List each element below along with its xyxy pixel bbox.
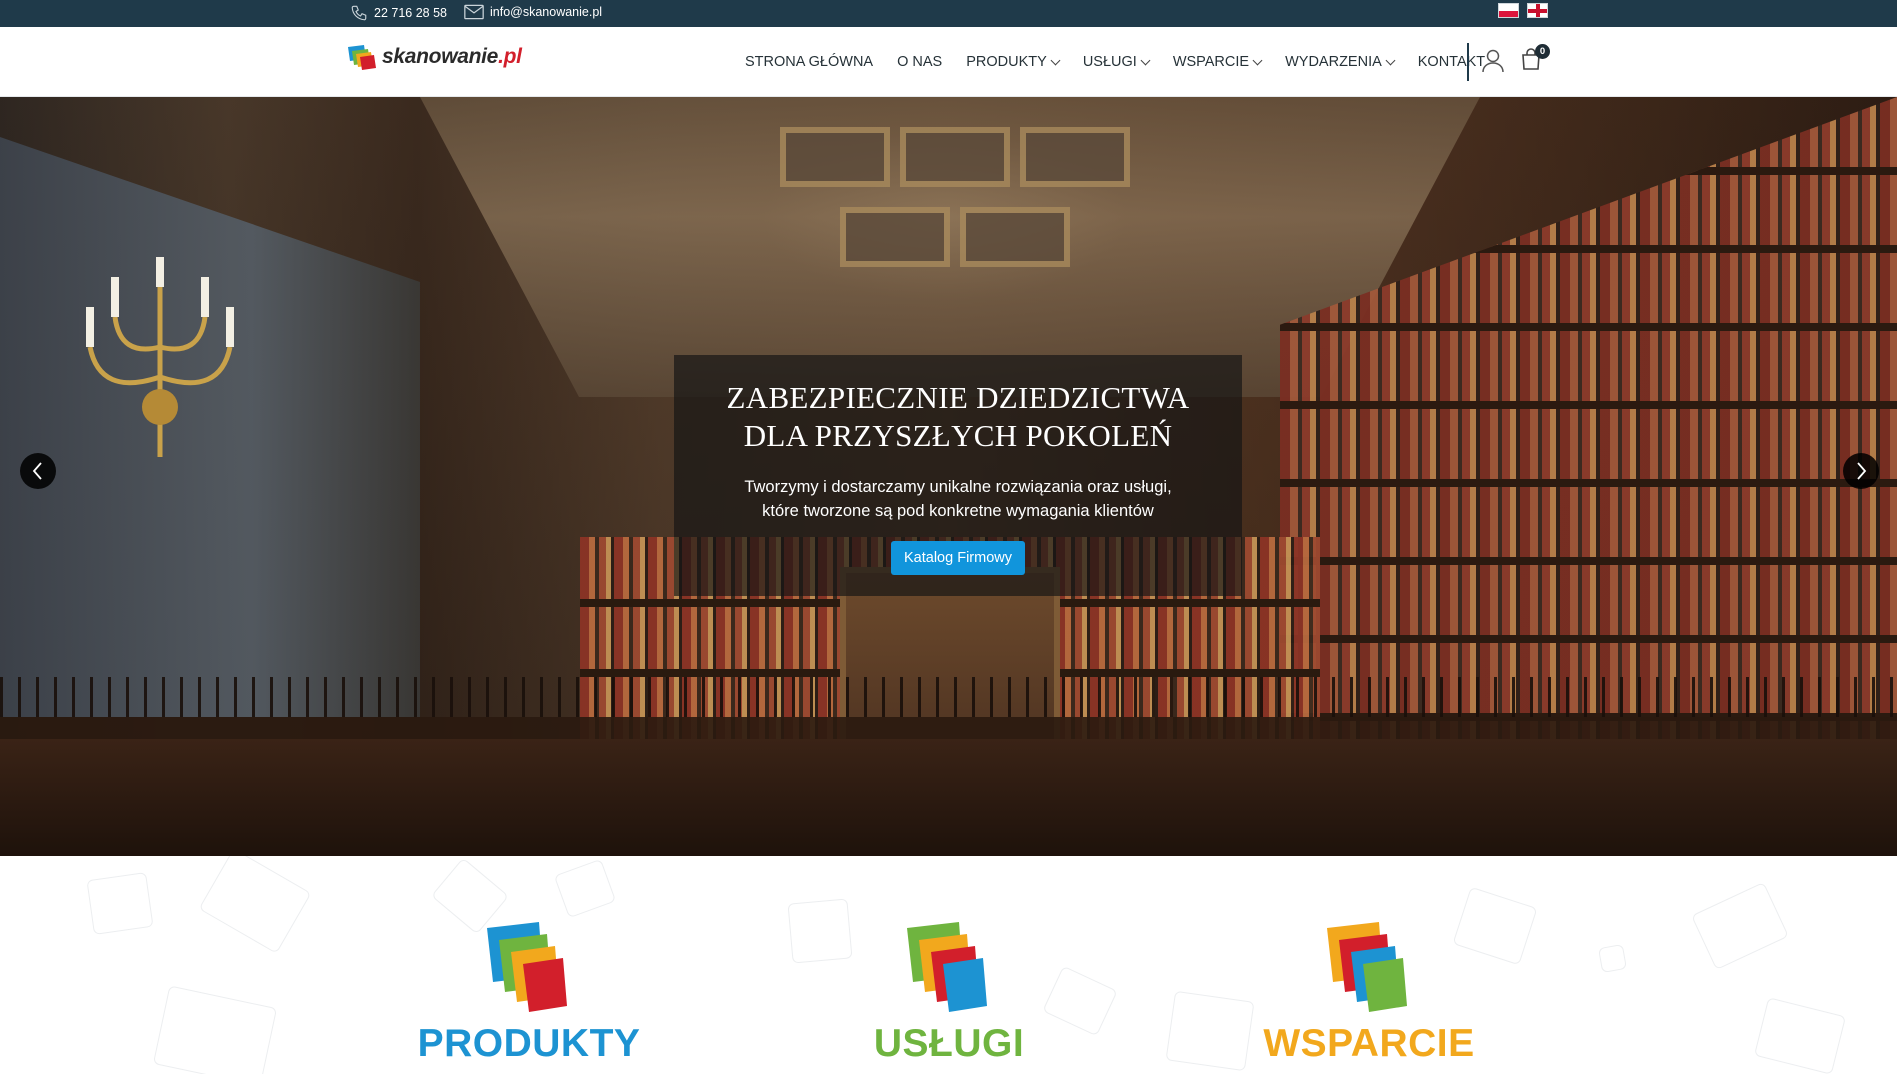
hero-subtitle: Tworzymy i dostarczamy unikalne rozwiąza… — [674, 475, 1242, 523]
hero-image-coffer — [900, 127, 1010, 187]
nav-item-produkty[interactable]: PRODUKTY — [966, 54, 1061, 70]
stacked-cards-green-icon — [907, 922, 987, 1012]
feature-produkty[interactable]: PRODUKTY — [379, 920, 679, 1066]
nav-item-wydarzenia[interactable]: WYDARZENIA — [1285, 54, 1396, 70]
top-bar: 22 716 28 58 info@skanowanie.pl — [0, 0, 1897, 27]
phone-number[interactable]: 22 716 28 58 — [374, 6, 447, 20]
email-address[interactable]: info@skanowanie.pl — [490, 5, 602, 19]
chevron-down-icon — [1050, 55, 1061, 65]
hero-image-railing — [0, 677, 1897, 717]
hero-image-coffer — [1020, 127, 1130, 187]
decorative-shape — [86, 872, 154, 935]
hero-image-floor — [0, 739, 1897, 856]
cart-count-badge: 0 — [1535, 44, 1550, 59]
nav-item-kontakt[interactable]: KONTAKT — [1418, 54, 1485, 70]
nav-item-uslugi[interactable]: USŁUGI — [1083, 54, 1151, 70]
chevron-down-icon — [1252, 55, 1263, 65]
feature-title: USŁUGI — [873, 1022, 1025, 1065]
decorative-shape — [1598, 944, 1627, 973]
email-contact[interactable]: info@skanowanie.pl — [464, 4, 602, 20]
site-logo[interactable]: skanowanie.pl — [346, 43, 522, 71]
logo-mark-icon — [348, 45, 376, 70]
decorative-shape — [198, 856, 312, 954]
nav-item-o-nas[interactable]: O NAS — [897, 54, 942, 70]
slider-prev-button[interactable] — [20, 453, 56, 489]
phone-icon — [351, 5, 367, 21]
chevron-down-icon — [1140, 55, 1151, 65]
hero-slider: ZABEZPIECZNIE DZIEDZICTWA DLA PRZYSZŁYCH… — [0, 97, 1897, 856]
feature-title: PRODUKTY — [417, 1022, 641, 1065]
slider-next-button[interactable] — [1843, 453, 1879, 489]
feature-wsparcie[interactable]: WSPARCIE — [1219, 920, 1519, 1066]
catalog-button[interactable]: Katalog Firmowy — [891, 541, 1025, 575]
hero-title-line2: DLA PRZYSZŁYCH POKOLEŃ — [743, 418, 1173, 453]
decorative-shape — [553, 858, 617, 919]
chandelier-icon — [86, 257, 234, 457]
language-switcher — [1498, 3, 1548, 18]
hero-image-coffer — [840, 207, 950, 267]
decorative-shape — [152, 985, 278, 1074]
hero-title-line1: ZABEZPIECZNIE DZIEDZICTWA — [726, 380, 1190, 415]
envelope-icon — [464, 4, 484, 20]
stacked-cards-blue-icon — [487, 922, 567, 1012]
hero-subtitle-line2: które tworzone są pod konkretne wymagani… — [762, 502, 1154, 520]
flag-pl-icon[interactable] — [1498, 3, 1519, 18]
user-icon — [1482, 49, 1504, 73]
nav-divider — [1467, 43, 1469, 81]
hero-title: ZABEZPIECZNIE DZIEDZICTWA DLA PRZYSZŁYCH… — [674, 379, 1242, 455]
hero-image-coffer — [780, 127, 890, 187]
account-button[interactable] — [1482, 49, 1504, 78]
site-header: skanowanie.pl STRONA GŁÓWNA O NAS PRODUK… — [0, 27, 1897, 97]
hero-caption: ZABEZPIECZNIE DZIEDZICTWA DLA PRZYSZŁYCH… — [674, 355, 1242, 596]
flag-en-icon[interactable] — [1527, 3, 1548, 18]
decorative-shape — [1691, 881, 1789, 971]
chevron-right-icon — [1857, 462, 1867, 480]
features-section: PRODUKTY USŁUGI WSPARCIE — [0, 856, 1897, 1074]
chevron-left-icon — [32, 462, 42, 480]
chevron-down-icon — [1385, 55, 1396, 65]
logo-text: skanowanie.pl — [382, 45, 522, 68]
main-nav: STRONA GŁÓWNA O NAS PRODUKTY USŁUGI WSPA… — [745, 27, 1509, 97]
feature-uslugi[interactable]: USŁUGI — [799, 920, 1099, 1066]
decorative-shape — [1753, 997, 1847, 1074]
hero-image-coffer — [960, 207, 1070, 267]
hero-image-balcony — [0, 717, 1897, 739]
feature-title: WSPARCIE — [1263, 1022, 1475, 1065]
nav-item-wsparcie[interactable]: WSPARCIE — [1173, 54, 1263, 70]
stacked-cards-orange-icon — [1327, 922, 1407, 1012]
phone-contact[interactable]: 22 716 28 58 — [350, 4, 447, 22]
nav-item-strona-glowna[interactable]: STRONA GŁÓWNA — [745, 54, 873, 70]
hero-subtitle-line1: Tworzymy i dostarczamy unikalne rozwiąza… — [744, 478, 1172, 496]
